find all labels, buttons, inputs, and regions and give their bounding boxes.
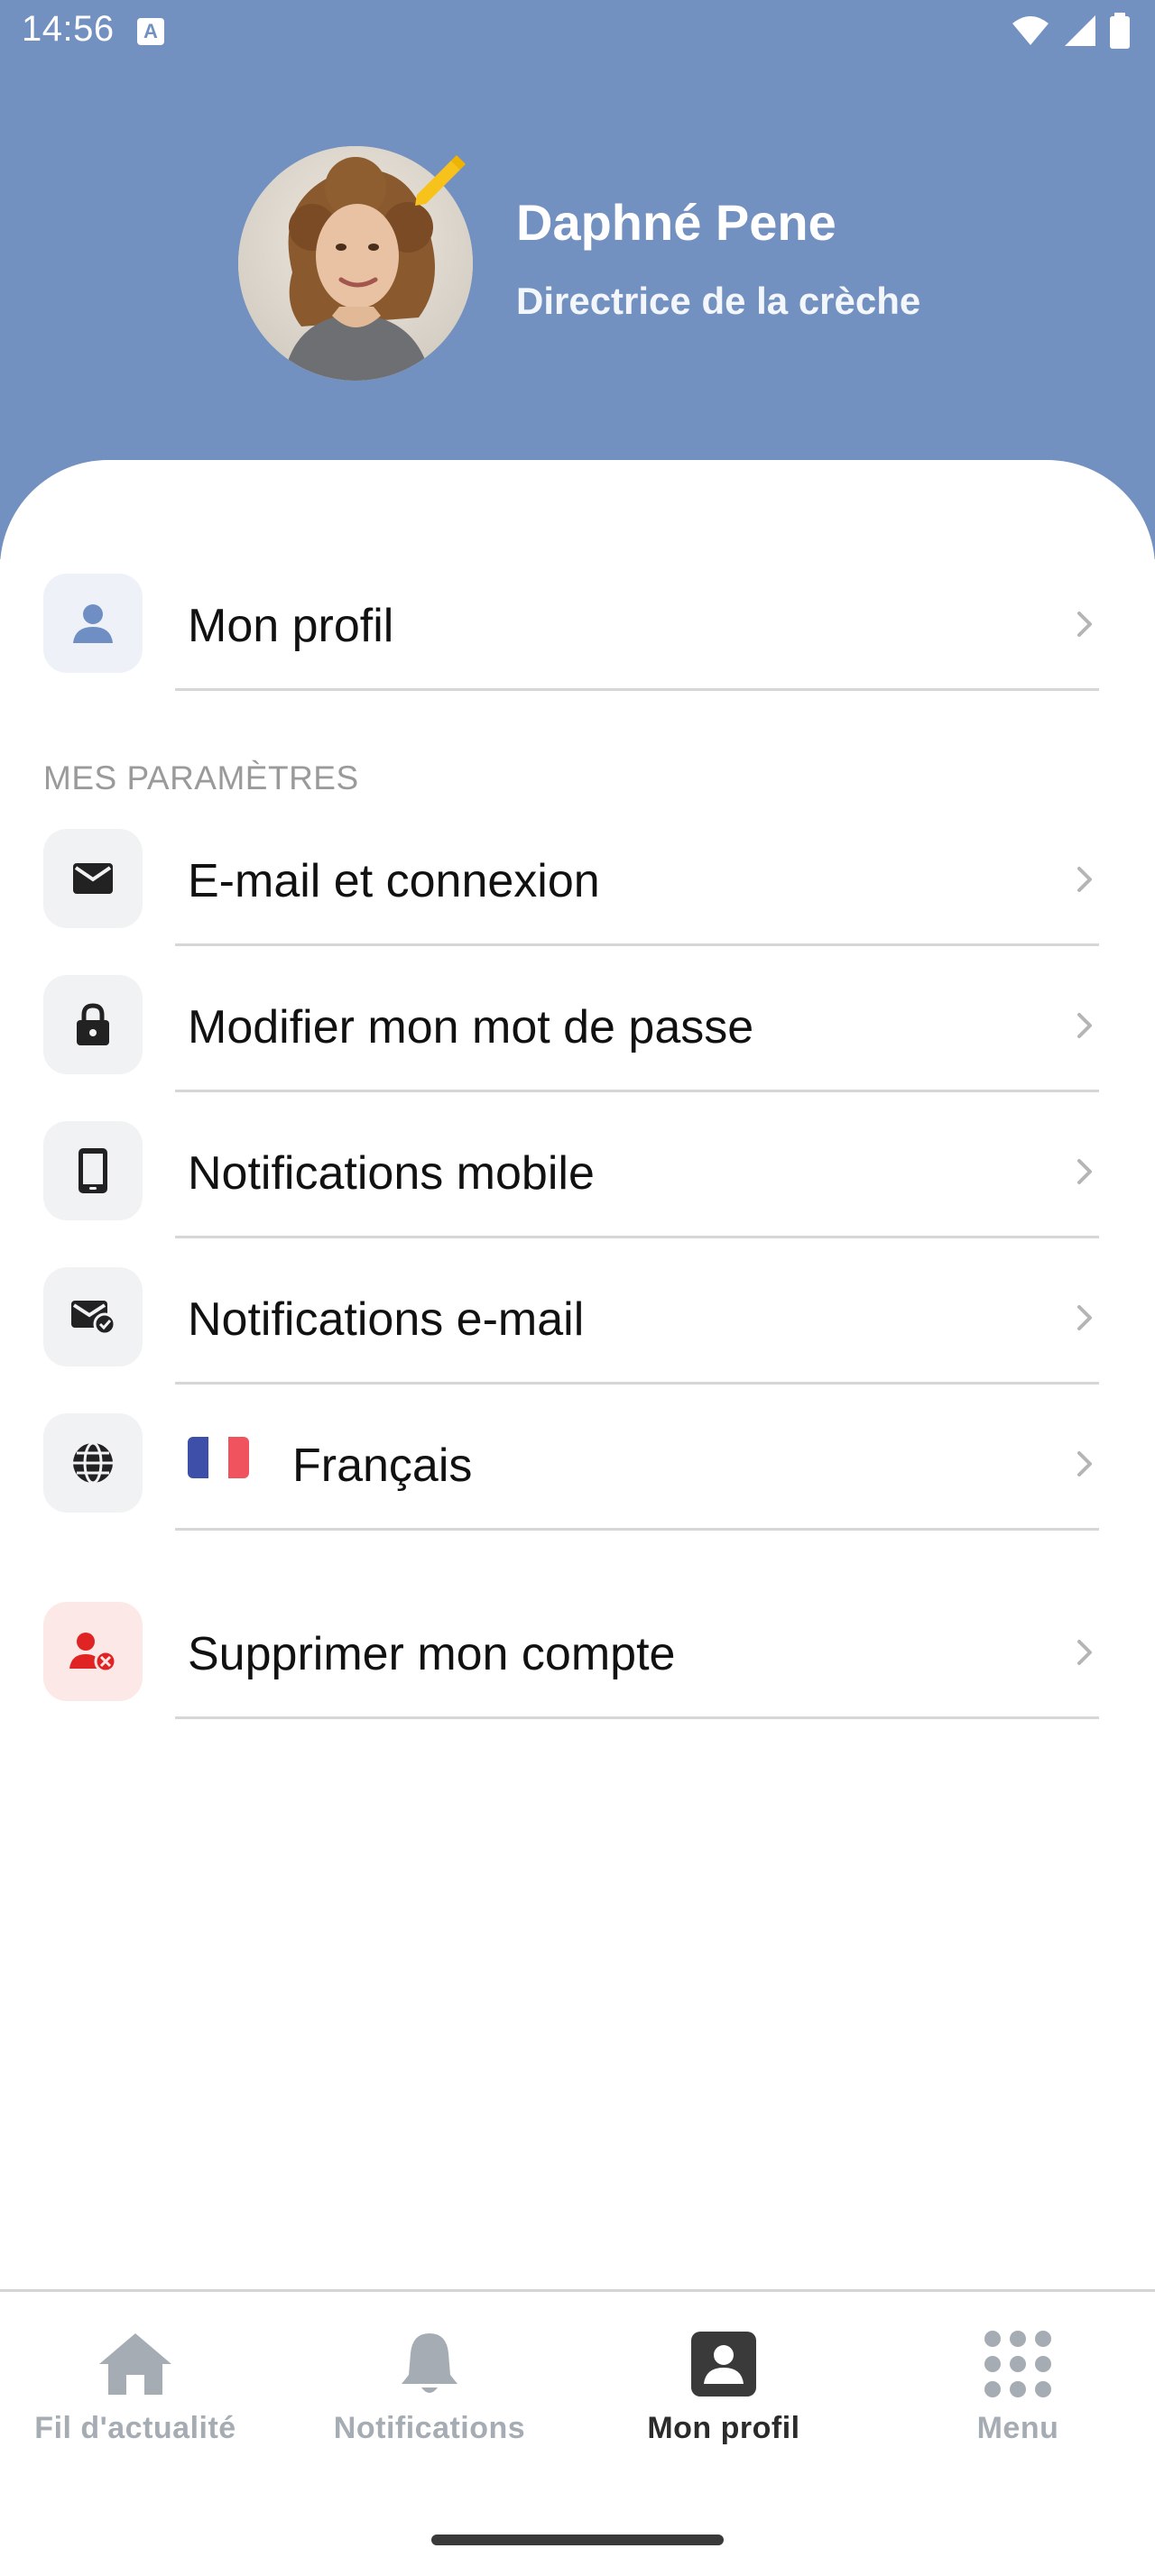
chevron-right-icon <box>1077 867 1092 892</box>
home-icon <box>99 2333 171 2395</box>
nav-label: Mon profil <box>647 2411 800 2445</box>
language-label: Français <box>292 1440 473 1492</box>
chevron-right-icon <box>1077 1013 1092 1038</box>
change-password-label: Modifier mon mot de passe <box>188 1001 754 1053</box>
nav-item-my-profile[interactable]: Mon profil <box>588 2328 859 2446</box>
envelope-icon <box>73 863 113 894</box>
my-profile-row[interactable]: Mon profil <box>0 545 1155 691</box>
profile-role: Directrice de la crèche <box>516 280 921 322</box>
nav-label: Notifications <box>333 2411 526 2445</box>
my-profile-icon-box <box>43 574 143 673</box>
email-notifications-label: Notifications e-mail <box>188 1293 585 1346</box>
status-time: 14:56 <box>22 9 115 49</box>
lock-icon <box>77 1003 109 1045</box>
chevron-right-icon <box>1077 612 1092 637</box>
bottom-navigation: Fil d'actualité Notifications Mon profil <box>0 2289 1155 2576</box>
bell-icon <box>402 2333 457 2393</box>
change-password-row[interactable]: Modifier mon mot de passe <box>0 946 1155 1092</box>
signal-icon <box>1065 15 1095 46</box>
section-title: MES PARAMÈTRES <box>43 759 359 796</box>
delete-account-row[interactable]: Supprimer mon compte <box>0 1573 1155 1719</box>
chevron-right-icon <box>1077 1305 1092 1330</box>
password-icon-box <box>43 975 143 1074</box>
divider <box>175 1528 1099 1531</box>
chevron-right-icon <box>1077 1640 1092 1665</box>
email-icon-box <box>43 829 143 928</box>
home-indicator[interactable] <box>431 2535 724 2545</box>
profile-name: Daphné Pene <box>516 194 836 251</box>
nav-item-menu[interactable]: Menu <box>882 2328 1153 2446</box>
nav-item-notifications[interactable]: Notifications <box>294 2328 565 2446</box>
email-check-icon <box>71 1301 116 1335</box>
email-notif-icon-box <box>43 1267 143 1366</box>
email-login-label: E-mail et connexion <box>188 855 600 907</box>
email-notifications-row[interactable]: Notifications e-mail <box>0 1238 1155 1385</box>
email-login-row[interactable]: E-mail et connexion <box>0 800 1155 946</box>
language-row[interactable]: Français <box>0 1385 1155 1531</box>
profile-card-icon <box>691 2332 756 2397</box>
nav-label: Menu <box>976 2411 1059 2445</box>
chevron-right-icon <box>1077 1451 1092 1477</box>
grid-icon <box>984 2331 1051 2397</box>
france-flag-icon <box>188 1437 249 1478</box>
divider <box>175 1716 1099 1719</box>
edit-pencil-icon[interactable] <box>411 152 467 207</box>
person-icon <box>73 604 113 643</box>
nav-item-news-feed[interactable]: Fil d'actualité <box>0 2328 271 2446</box>
mobile-notifications-row[interactable]: Notifications mobile <box>0 1092 1155 1238</box>
delete-account-icon-box <box>43 1602 143 1701</box>
battery-icon <box>1110 13 1130 49</box>
my-profile-label: Mon profil <box>188 600 394 652</box>
smartphone-icon <box>79 1148 107 1193</box>
mobile-notifications-label: Notifications mobile <box>188 1147 595 1200</box>
status-bar: 14:56 A <box>0 0 1155 65</box>
wifi-icon <box>1012 16 1049 45</box>
chevron-right-icon <box>1077 1159 1092 1184</box>
divider <box>175 688 1099 691</box>
delete-account-label: Supprimer mon compte <box>188 1628 676 1680</box>
delete-user-icon <box>69 1633 116 1672</box>
language-icon-box <box>43 1413 143 1513</box>
globe-icon <box>73 1441 113 1485</box>
mobile-icon-box <box>43 1121 143 1220</box>
accessibility-icon: A <box>137 18 164 45</box>
avatar-container[interactable] <box>238 146 473 381</box>
nav-label: Fil d'actualité <box>34 2411 236 2445</box>
